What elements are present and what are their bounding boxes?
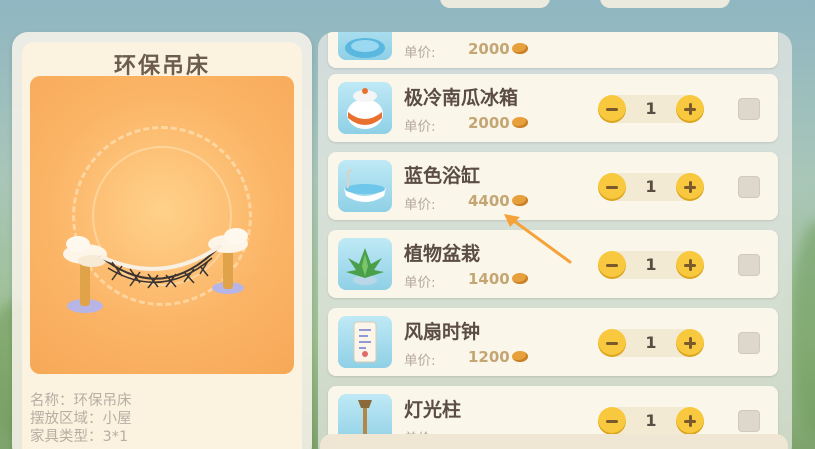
minus-icon <box>606 341 618 345</box>
coin-icon <box>512 117 528 128</box>
hammock-icon <box>63 228 248 313</box>
plus-icon <box>684 259 696 271</box>
coin-icon <box>512 195 528 206</box>
quantity-stepper[interactable]: 1 <box>598 95 704 123</box>
info-row-name: 名称： 环保吊床 <box>30 392 132 410</box>
minus-icon <box>606 185 618 189</box>
list-item[interactable]: 极冷南瓜冰箱 单价: 2000 1 <box>328 74 778 142</box>
price-label: 单价: <box>404 197 436 213</box>
quantity-stepper[interactable]: 1 <box>598 329 704 357</box>
plus-icon <box>684 337 696 349</box>
info-label: 家具类型： <box>30 429 103 445</box>
item-preview <box>30 76 294 374</box>
info-value: 3*1 <box>102 429 129 445</box>
quantity-stepper[interactable]: 1 <box>598 251 704 279</box>
quantity-value: 1 <box>645 177 657 196</box>
info-label: 名称： <box>30 393 74 409</box>
decrease-button[interactable] <box>598 407 626 435</box>
background-foliage <box>790 220 815 440</box>
top-tab-left[interactable] <box>440 0 550 8</box>
item-thumbnail <box>338 238 392 290</box>
minus-icon <box>606 107 618 111</box>
item-name: 风扇时钟 <box>404 321 481 343</box>
item-thumbnail <box>338 160 392 212</box>
increase-button[interactable] <box>676 329 704 357</box>
quantity-value: 1 <box>645 99 657 118</box>
fan-clock-icon <box>353 321 377 363</box>
increase-button[interactable] <box>676 95 704 123</box>
select-checkbox[interactable] <box>738 176 760 198</box>
item-name: 极冷南瓜冰箱 <box>404 87 519 109</box>
minus-icon <box>606 419 618 423</box>
price-label: 单价: <box>404 353 436 369</box>
bathtub-icon <box>344 169 386 202</box>
increase-button[interactable] <box>676 251 704 279</box>
coin-icon <box>512 43 528 54</box>
price-value: 1400 <box>468 270 510 288</box>
price-label: 单价: <box>404 275 436 291</box>
item-thumbnail <box>338 82 392 134</box>
decrease-button[interactable] <box>598 95 626 123</box>
coin-icon <box>512 273 528 284</box>
info-row-area: 摆放区域： 小屋 <box>30 410 132 428</box>
item-name: 蓝色浴缸 <box>404 165 481 187</box>
coin-icon <box>512 351 528 362</box>
item-thumbnail <box>338 316 392 368</box>
quantity-stepper[interactable]: 1 <box>598 407 704 435</box>
select-checkbox[interactable] <box>738 410 760 432</box>
increase-button[interactable] <box>676 407 704 435</box>
info-label: 摆放区域： <box>30 411 103 427</box>
quantity-value: 1 <box>645 333 657 352</box>
minus-icon <box>606 263 618 267</box>
item-thumbnail <box>338 32 392 60</box>
plus-icon <box>684 103 696 115</box>
decrease-button[interactable] <box>598 173 626 201</box>
ice-blob-icon <box>345 38 385 58</box>
plus-icon <box>684 415 696 427</box>
decrease-button[interactable] <box>598 329 626 357</box>
info-row-type: 家具类型： 3*1 <box>30 428 132 446</box>
select-checkbox[interactable] <box>738 332 760 354</box>
info-value: 环保吊床 <box>73 393 132 409</box>
item-detail-panel: 环保吊床 名称： 环保吊床 摆放区域： 小屋 家具类型： 3*1 <box>12 32 312 449</box>
potted-plant-icon <box>346 248 384 285</box>
quantity-value: 1 <box>645 255 657 274</box>
price-value: 1200 <box>468 348 510 366</box>
bottom-summary-bar <box>320 434 788 449</box>
quantity-stepper[interactable]: 1 <box>598 173 704 201</box>
item-info: 名称： 环保吊床 摆放区域： 小屋 家具类型： 3*1 <box>30 392 132 446</box>
item-name: 灯光柱 <box>404 399 462 421</box>
info-value: 小屋 <box>102 411 132 427</box>
annotation-arrow-icon <box>504 214 572 264</box>
decrease-button[interactable] <box>598 251 626 279</box>
list-item[interactable]: 风扇时钟 单价: 1200 1 <box>328 308 778 376</box>
price-label: 单价: <box>404 45 436 61</box>
select-checkbox[interactable] <box>738 254 760 276</box>
pumpkin-fridge-icon <box>347 88 383 129</box>
plus-icon <box>684 181 696 193</box>
price-value: 2000 <box>468 114 510 132</box>
top-tab-right[interactable] <box>600 0 730 8</box>
select-checkbox[interactable] <box>738 98 760 120</box>
price-label: 单价: <box>404 119 436 135</box>
item-detail-card: 环保吊床 名称： 环保吊床 摆放区域： 小屋 家具类型： 3*1 <box>22 42 302 449</box>
increase-button[interactable] <box>676 173 704 201</box>
list-item[interactable]: 单价: 2000 <box>328 32 778 68</box>
item-name: 植物盆栽 <box>404 243 481 265</box>
quantity-value: 1 <box>645 411 657 430</box>
price-value: 2000 <box>468 40 510 58</box>
